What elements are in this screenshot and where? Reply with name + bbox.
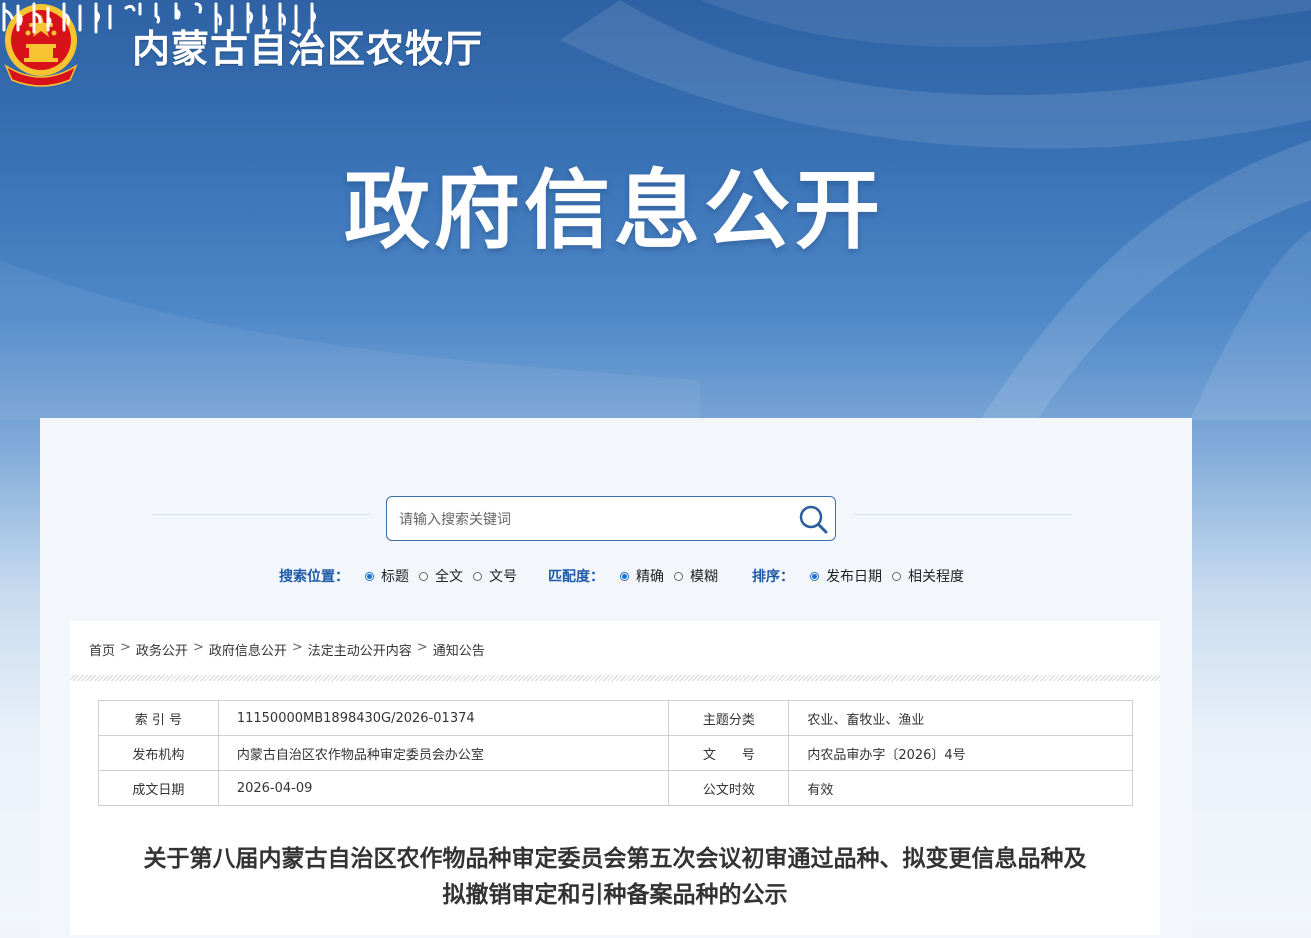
table-row: 发布机构 内蒙古自治区农作物品种审定委员会办公室 文 号 内农品审办字〔2026… xyxy=(98,735,1133,771)
breadcrumb-separator: > xyxy=(416,640,428,655)
document-title: 关于第八届内蒙古自治区农作物品种审定委员会第五次会议初审通过品种、拟变更信息品种… xyxy=(70,841,1160,913)
option-label-sort: 排序： xyxy=(752,569,794,585)
option-label-position: 搜索位置： xyxy=(279,569,349,585)
search-button[interactable] xyxy=(797,503,829,535)
search-input[interactable] xyxy=(397,507,781,533)
search-box xyxy=(386,496,836,541)
hatch-divider xyxy=(70,675,1160,681)
document-meta-table: 索 引 号 11150000MB1898430G/2026-01374 主题分类… xyxy=(98,700,1133,806)
meta-validity-value: 有效 xyxy=(788,770,1133,806)
breadcrumb-separator: > xyxy=(192,640,204,655)
mongolian-script-logo xyxy=(2,2,316,34)
radio-match-fuzzy[interactable] xyxy=(674,571,683,581)
breadcrumb-link-statutory-content[interactable]: 法定主动公开内容 xyxy=(308,640,412,659)
divider-line-left xyxy=(152,514,370,515)
radio-label-position-docno[interactable]: 文号 xyxy=(489,566,517,586)
document-title-line-2: 拟撤销审定和引种备案品种的公示 xyxy=(442,882,788,908)
radio-label-sort-date[interactable]: 发布日期 xyxy=(826,566,882,586)
radio-label-position-fulltext[interactable]: 全文 xyxy=(435,566,463,586)
meta-topic-label: 主题分类 xyxy=(668,700,790,736)
option-group-position: 搜索位置： 标题 全文 文号 xyxy=(279,566,517,586)
radio-label-match-fuzzy[interactable]: 模糊 xyxy=(690,566,718,586)
option-label-match: 匹配度： xyxy=(548,569,604,585)
search-panel: 搜索位置： 标题 全文 文号 匹配度： 精确 模糊 排序： 发布日期 相关程度 … xyxy=(40,418,1192,938)
breadcrumb-link-notices[interactable]: 通知公告 xyxy=(433,640,485,659)
banner-title: 政府信息公开 xyxy=(344,161,884,261)
breadcrumb: 首页 > 政务公开 > 政府信息公开 > 法定主动公开内容 > 通知公告 xyxy=(89,640,485,659)
meta-validity-label: 公文时效 xyxy=(668,770,790,806)
breadcrumb-separator: > xyxy=(291,640,303,655)
document-title-line-1: 关于第八届内蒙古自治区农作物品种审定委员会第五次会议初审通过品种、拟变更信息品种… xyxy=(143,846,1087,872)
divider-line-right xyxy=(854,514,1072,515)
option-group-sort: 排序： 发布日期 相关程度 xyxy=(752,566,964,586)
meta-docno-label: 文 号 xyxy=(668,735,790,771)
option-group-match: 匹配度： 精确 模糊 xyxy=(548,566,718,586)
breadcrumb-bar: 首页 > 政务公开 > 政府信息公开 > 法定主动公开内容 > 通知公告 xyxy=(70,621,1160,675)
document-content: 索 引 号 11150000MB1898430G/2026-01374 主题分类… xyxy=(70,675,1160,935)
meta-publisher-label: 发布机构 xyxy=(98,735,219,771)
radio-match-exact[interactable] xyxy=(620,571,629,581)
radio-label-match-exact[interactable]: 精确 xyxy=(636,566,664,586)
table-row: 成文日期 2026-04-09 公文时效 有效 xyxy=(98,770,1133,806)
meta-docno-value: 内农品审办字〔2026〕4号 xyxy=(788,735,1133,771)
breadcrumb-separator: > xyxy=(120,640,131,655)
meta-date-value: 2026-04-09 xyxy=(217,770,670,806)
radio-sort-relevance[interactable] xyxy=(892,571,901,581)
radio-sort-date[interactable] xyxy=(810,571,819,581)
radio-position-fulltext[interactable] xyxy=(419,571,428,581)
radio-label-sort-relevance[interactable]: 相关程度 xyxy=(908,566,964,586)
radio-position-title[interactable] xyxy=(365,571,374,581)
breadcrumb-link-home[interactable]: 首页 xyxy=(89,640,115,659)
meta-index-label: 索 引 号 xyxy=(98,700,219,736)
meta-publisher-value: 内蒙古自治区农作物品种审定委员会办公室 xyxy=(217,735,670,771)
breadcrumb-link-affairs[interactable]: 政务公开 xyxy=(136,640,188,659)
meta-index-value: 11150000MB1898430G/2026-01374 xyxy=(217,700,670,736)
radio-label-position-title[interactable]: 标题 xyxy=(381,566,409,586)
meta-topic-value: 农业、畜牧业、渔业 xyxy=(788,700,1133,736)
table-row: 索 引 号 11150000MB1898430G/2026-01374 主题分类… xyxy=(98,700,1133,736)
search-options: 搜索位置： 标题 全文 文号 匹配度： 精确 模糊 排序： 发布日期 相关程度 xyxy=(40,566,1192,588)
radio-position-docno[interactable] xyxy=(473,571,482,581)
search-icon xyxy=(799,505,828,534)
meta-date-label: 成文日期 xyxy=(98,770,219,806)
breadcrumb-link-info-disclosure[interactable]: 政府信息公开 xyxy=(209,640,287,659)
